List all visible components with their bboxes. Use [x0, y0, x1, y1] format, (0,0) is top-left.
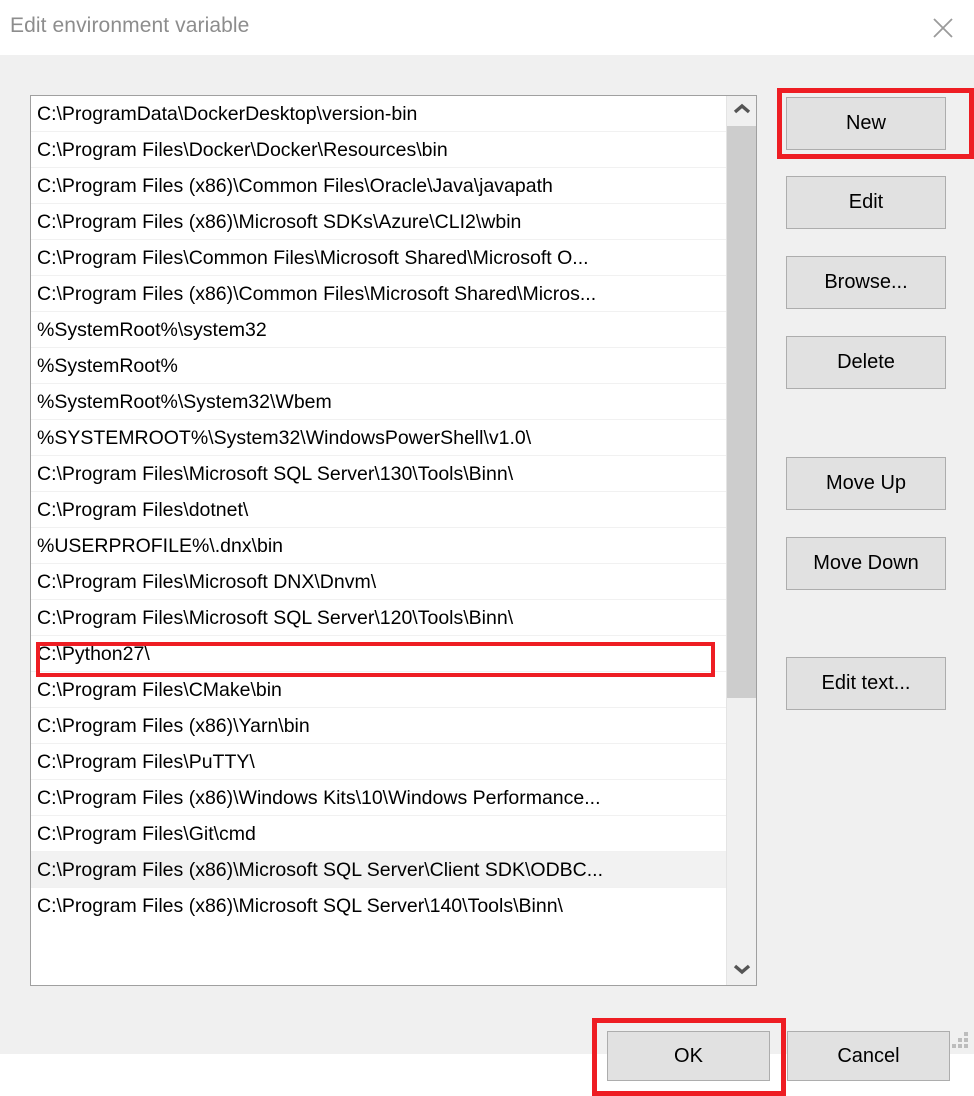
list-item[interactable]: %USERPROFILE%\.dnx\bin	[31, 528, 726, 564]
scrollbar-up-button[interactable]	[727, 96, 756, 125]
list-item[interactable]: C:\Program Files (x86)\Windows Kits\10\W…	[31, 780, 726, 816]
new-button[interactable]: New	[786, 97, 946, 150]
edit-text-button[interactable]: Edit text...	[786, 657, 946, 710]
ok-button[interactable]: OK	[607, 1031, 770, 1081]
list-item[interactable]: C:\Program Files (x86)\Microsoft SDKs\Az…	[31, 204, 726, 240]
chevron-down-icon	[733, 962, 751, 980]
path-listbox[interactable]: C:\ProgramData\DockerDesktop\version-bin…	[30, 95, 757, 986]
edit-button[interactable]: Edit	[786, 176, 946, 229]
list-item[interactable]: %SystemRoot%	[31, 348, 726, 384]
delete-button[interactable]: Delete	[786, 336, 946, 389]
title-bar: Edit environment variable	[0, 0, 974, 56]
list-item[interactable]: C:\Program Files\Common Files\Microsoft …	[31, 240, 726, 276]
scrollbar-down-button[interactable]	[727, 956, 756, 985]
list-item[interactable]: C:\ProgramData\DockerDesktop\version-bin	[31, 96, 726, 132]
list-item[interactable]: C:\Program Files\Microsoft SQL Server\13…	[31, 456, 726, 492]
move-up-button[interactable]: Move Up	[786, 457, 946, 510]
resize-grip[interactable]	[952, 1032, 968, 1048]
list-item[interactable]: C:\Program Files (x86)\Common Files\Orac…	[31, 168, 726, 204]
list-item[interactable]: C:\Program Files\dotnet\	[31, 492, 726, 528]
move-down-button[interactable]: Move Down	[786, 537, 946, 590]
dialog-body: C:\ProgramData\DockerDesktop\version-bin…	[0, 56, 974, 1096]
close-button[interactable]	[912, 0, 974, 56]
list-item[interactable]: C:\Program Files\Docker\Docker\Resources…	[31, 132, 726, 168]
list-item[interactable]: C:\Program Files\Git\cmd	[31, 816, 726, 852]
listbox-scrollbar[interactable]	[726, 96, 756, 985]
list-item[interactable]: %SystemRoot%\System32\Wbem	[31, 384, 726, 420]
cancel-button[interactable]: Cancel	[787, 1031, 950, 1081]
list-item[interactable]: C:\Program Files\Microsoft SQL Server\12…	[31, 600, 726, 636]
page-title: Edit environment variable	[10, 14, 250, 37]
list-item[interactable]: C:\Program Files (x86)\Common Files\Micr…	[31, 276, 726, 312]
list-item[interactable]: %SystemRoot%\system32	[31, 312, 726, 348]
path-list[interactable]: C:\ProgramData\DockerDesktop\version-bin…	[31, 96, 726, 985]
scrollbar-thumb[interactable]	[727, 126, 756, 698]
list-item[interactable]: C:\Program Files\CMake\bin	[31, 672, 726, 708]
list-item[interactable]: C:\Program Files\PuTTY\	[31, 744, 726, 780]
chevron-up-icon	[733, 102, 751, 120]
list-item[interactable]: %SYSTEMROOT%\System32\WindowsPowerShell\…	[31, 420, 726, 456]
list-item[interactable]: C:\Program Files (x86)\Yarn\bin	[31, 708, 726, 744]
list-item[interactable]: C:\Python27\	[31, 636, 726, 672]
list-item[interactable]: C:\Program Files (x86)\Microsoft SQL Ser…	[31, 852, 726, 888]
list-item[interactable]: C:\Program Files\Microsoft DNX\Dnvm\	[31, 564, 726, 600]
close-icon	[931, 16, 955, 40]
browse-button[interactable]: Browse...	[786, 256, 946, 309]
list-item[interactable]: C:\Program Files (x86)\Microsoft SQL Ser…	[31, 888, 726, 924]
